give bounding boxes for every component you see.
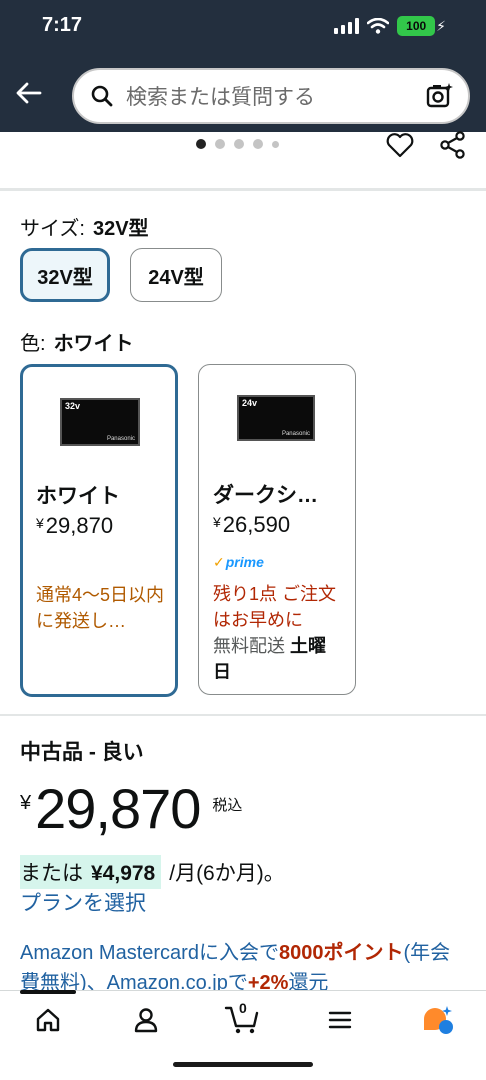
tv-size-label: 24v xyxy=(242,398,258,408)
app-header: 7:17 100 ⚡ 検索または質問する xyxy=(0,0,486,132)
color-price: ¥29,870 xyxy=(36,513,114,538)
color-option-white[interactable]: 32v Panasonic ホワイト ¥29,870 通常4〜5日以内に発送し… xyxy=(20,364,178,697)
nav-rufus[interactable] xyxy=(418,1002,458,1038)
installment-info: または ¥4,978 /月(6か月)。 xyxy=(20,855,285,889)
section-divider xyxy=(0,714,486,716)
color-selected-value: ホワイト xyxy=(53,333,134,355)
tv-brand: Panasonic xyxy=(281,431,310,437)
battery-icon: 100 ⚡ xyxy=(397,16,446,36)
promo-percent: +2% xyxy=(247,972,289,990)
charging-icon: ⚡ xyxy=(436,17,446,34)
color-option-dark[interactable]: 24v Panasonic ダークシ… ¥26,590 ✓prime 残り1点 … xyxy=(198,364,356,695)
battery-level: 100 xyxy=(397,16,436,36)
size-option-32v[interactable]: 32V型 xyxy=(20,248,110,302)
price-block: ¥ 29,870 税込 xyxy=(20,776,242,842)
share-icon[interactable] xyxy=(438,130,468,160)
status-time: 7:17 xyxy=(42,14,83,36)
price-value: 29,870 xyxy=(35,777,201,840)
tv-brand: Panasonic xyxy=(106,436,135,442)
select-plan-link[interactable]: プランを選択 xyxy=(20,887,146,917)
prime-badge: ✓prime xyxy=(213,554,264,570)
price-currency: ¥ xyxy=(20,792,32,814)
nav-account[interactable] xyxy=(126,1002,166,1038)
installment-highlight: または ¥4,978 xyxy=(20,855,162,889)
condition-label: 中古品 - 良い xyxy=(20,741,144,764)
wifi-icon xyxy=(367,18,390,34)
installment-amount: ¥4,978 xyxy=(91,862,156,885)
account-icon xyxy=(134,1008,158,1033)
free-shipping: 無料配送 土曜日 xyxy=(213,636,327,679)
rufus-icon xyxy=(424,1006,453,1034)
nav-cart[interactable]: 0 xyxy=(222,1000,262,1038)
tax-note: 税込 xyxy=(212,797,243,814)
carousel-dot[interactable] xyxy=(196,139,206,149)
status-icons: 100 ⚡ xyxy=(334,16,446,36)
section-divider xyxy=(0,188,486,191)
color-name: ダークシ… xyxy=(213,484,318,507)
tv-thumbnail: 32v Panasonic xyxy=(60,398,140,446)
carousel-dots xyxy=(196,139,279,149)
promo-points: 8000ポイント xyxy=(278,942,404,964)
shipping-estimate: 通常4〜5日以内に発送し… xyxy=(36,585,165,631)
nav-menu[interactable] xyxy=(320,1002,360,1038)
search-icon xyxy=(91,85,113,107)
home-icon xyxy=(36,1008,60,1032)
signal-icon xyxy=(334,18,360,34)
home-indicator xyxy=(173,1062,313,1067)
prime-check-icon: ✓ xyxy=(213,554,225,570)
carousel-dot[interactable] xyxy=(215,139,225,149)
back-arrow-icon[interactable] xyxy=(14,78,44,108)
size-selected-value: 32V型 xyxy=(92,218,149,240)
installment-period: /月(6か月)。 xyxy=(169,862,285,885)
camera-search-icon[interactable] xyxy=(426,82,454,110)
menu-icon xyxy=(328,1011,352,1029)
carousel-dot[interactable] xyxy=(272,140,279,148)
color-name: ホワイト xyxy=(36,485,120,508)
nav-home[interactable] xyxy=(28,1002,68,1038)
tv-size-label: 32v xyxy=(65,401,81,411)
stock-warning: 残り1点 ご注文はお早めに xyxy=(213,584,337,630)
color-price: ¥26,590 xyxy=(213,512,291,537)
heart-icon[interactable] xyxy=(385,130,415,160)
active-tab-indicator xyxy=(20,990,76,994)
search-bar[interactable]: 検索または質問する xyxy=(72,68,470,124)
carousel-dot[interactable] xyxy=(253,139,263,149)
size-label: サイズ: 32V型 xyxy=(20,212,149,241)
mastercard-promo[interactable]: Amazon Mastercardに入会で8000ポイント(年会費無料)、Ama… xyxy=(20,938,470,990)
color-label-text: 色: xyxy=(20,333,46,355)
color-label: 色: ホワイト xyxy=(20,327,134,356)
carousel-dot[interactable] xyxy=(234,139,244,149)
size-label-text: サイズ: xyxy=(20,218,85,240)
tv-thumbnail: 24v Panasonic xyxy=(237,395,315,441)
cart-count: 0 xyxy=(239,1000,247,1016)
search-input[interactable]: 検索または質問する xyxy=(126,81,426,111)
size-option-24v[interactable]: 24V型 xyxy=(130,248,222,302)
